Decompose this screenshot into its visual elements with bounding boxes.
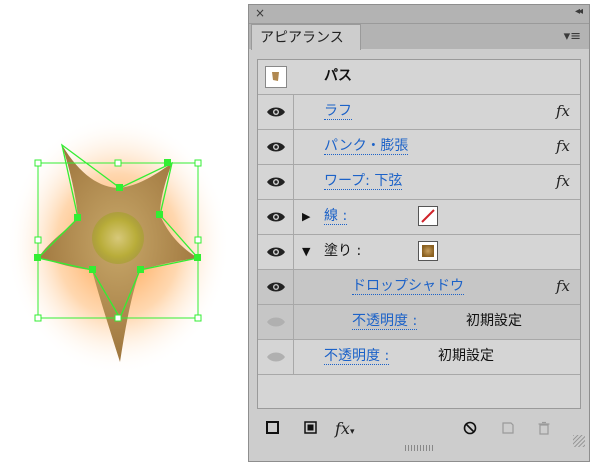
list-item-fill-opacity[interactable]: 不透明度 : 初期設定 [258,305,580,340]
list-item-drop-shadow[interactable]: ドロップシャドウ fx [258,270,580,305]
anchor-point[interactable] [137,266,144,273]
panel-title-bar[interactable]: × ◂◂ [249,5,589,24]
add-fill-icon[interactable] [304,421,317,438]
duplicate-item-icon[interactable] [501,421,515,439]
stroke-link[interactable]: 線 : [324,208,348,225]
panel-resize-grip[interactable] [405,445,435,451]
warp-effect-link[interactable]: ワープ: 下弦 [324,173,403,190]
list-item-pucker-bloat[interactable]: パンク・膨張 fx [258,130,580,165]
bbox-handle[interactable] [114,314,122,322]
anchor-point[interactable] [156,211,163,218]
bbox-handle[interactable] [194,236,202,244]
panel-menu-icon[interactable]: ▾≡ [564,29,581,44]
bbox-handle[interactable] [194,159,202,167]
visibility-eye-icon[interactable] [258,305,294,339]
path-thumbnail-icon [265,66,287,88]
pucker-bloat-effect-link[interactable]: パンク・膨張 [324,138,409,155]
fx-label: fx [335,419,350,438]
expand-triangle-icon[interactable]: ▶ [302,210,310,223]
artwork-canvas[interactable] [0,0,250,468]
anchor-point[interactable] [164,159,171,166]
fx-caret: ▾ [349,427,355,437]
bbox-handle[interactable] [34,314,42,322]
add-stroke-icon[interactable] [266,421,279,438]
stroke-swatch[interactable] [418,206,438,226]
list-item-fill[interactable]: ▼ 塗り : [258,235,580,270]
list-item-warp[interactable]: ワープ: 下弦 fx [258,165,580,200]
visibility-eye-icon[interactable] [258,130,294,164]
collapse-triangle-icon[interactable]: ▼ [302,245,310,258]
drop-shadow-effect-link[interactable]: ドロップシャドウ [352,278,464,295]
bbox-handle[interactable] [34,159,42,167]
panel-corner-resize[interactable] [573,435,585,447]
anchor-point[interactable] [74,214,81,221]
list-item-path[interactable]: パス [258,60,580,95]
visibility-eye-icon[interactable] [258,340,294,374]
fill-opacity-link[interactable]: 不透明度 : [352,313,418,330]
list-item-opacity[interactable]: 不透明度 : 初期設定 [258,340,580,375]
anchor-point[interactable] [116,184,123,191]
anchor-point[interactable] [34,254,41,261]
rough-effect-link[interactable]: ラフ [324,103,352,120]
bbox-handle[interactable] [34,236,42,244]
visibility-eye-icon[interactable] [258,270,294,304]
delete-item-icon[interactable] [537,421,551,439]
list-item-stroke[interactable]: ▶ 線 : [258,200,580,235]
visibility-eye-icon[interactable] [258,235,294,269]
visibility-eye-icon[interactable] [258,95,294,129]
fx-icon: fx [555,172,570,190]
fill-swatch[interactable] [418,241,438,261]
appearance-list: パス ラフ fx パンク・膨張 fx ワープ: 下弦 fx ▶ 線: ▼ 塗り… [257,59,581,409]
add-effect-button[interactable]: fx▾ [335,419,354,438]
bbox-handle[interactable] [114,159,122,167]
center-glow [92,212,144,264]
clear-appearance-icon[interactable] [463,421,477,439]
fx-icon: fx [555,102,570,120]
anchor-point[interactable] [89,266,96,273]
fill-opacity-value: 初期設定 [466,313,522,329]
appearance-panel: × ◂◂ アピアランス ▾≡ パス ラフ fx パンク・膨張 fx ワープ: 下… [248,4,590,462]
fx-icon: fx [555,137,570,155]
list-item-rough[interactable]: ラフ fx [258,95,580,130]
tab-appearance[interactable]: アピアランス [251,24,361,50]
anchor-point[interactable] [194,254,201,261]
visibility-eye-icon[interactable] [258,165,294,199]
tab-row: アピアランス ▾≡ [249,24,589,50]
path-label: パス [324,68,352,84]
panel-toolbar: fx▾ [249,413,589,447]
bbox-handle[interactable] [194,314,202,322]
collapse-icon[interactable]: ◂◂ [575,6,583,17]
close-icon[interactable]: × [255,6,265,20]
visibility-eye-icon[interactable] [258,200,294,234]
fx-icon: fx [555,277,570,295]
opacity-link[interactable]: 不透明度 : [324,348,390,365]
fill-label: 塗り : [324,243,362,259]
opacity-value: 初期設定 [438,348,494,364]
